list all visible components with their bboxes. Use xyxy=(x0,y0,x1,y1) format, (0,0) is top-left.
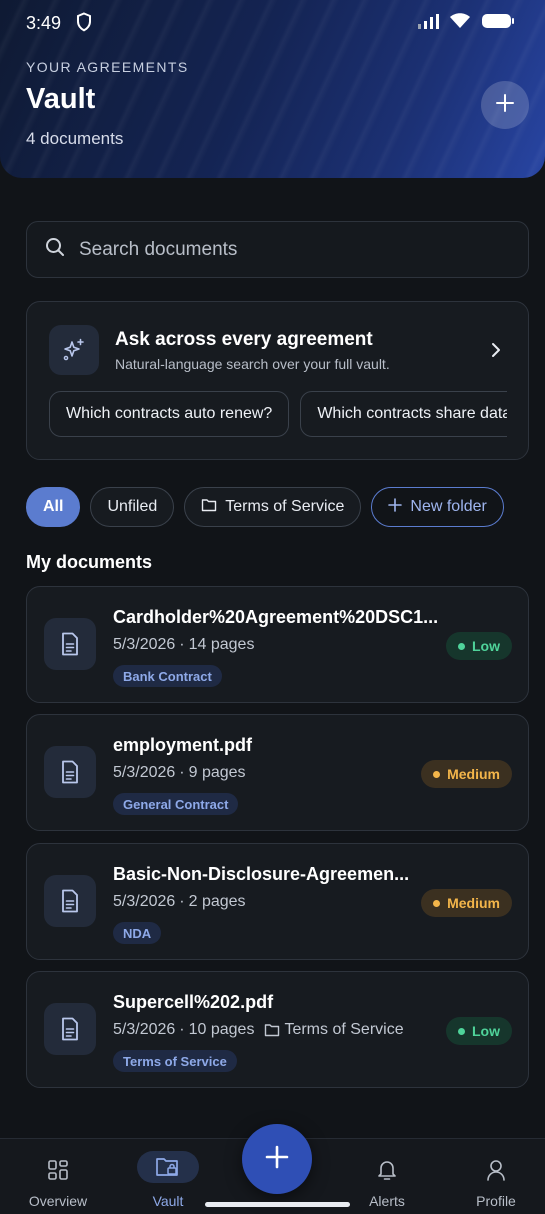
document-icon xyxy=(44,618,96,670)
filter-label: Terms of Service xyxy=(225,498,345,515)
nav-label: Profile xyxy=(476,1193,516,1209)
document-card[interactable]: Cardholder%20Agreement%20DSC1... 5/3/202… xyxy=(26,586,529,703)
ask-title: Ask across every agreement xyxy=(115,329,373,350)
prompt-chip[interactable]: Which contracts share data? xyxy=(300,391,507,437)
meta-separator: · xyxy=(179,636,185,653)
document-name: employment.pdf xyxy=(113,735,253,755)
risk-label: Low xyxy=(472,638,500,654)
search-input[interactable] xyxy=(79,238,499,261)
folder-icon xyxy=(201,498,217,517)
page-title: Vault xyxy=(26,83,96,115)
plus-icon xyxy=(388,497,403,517)
document-date: 5/3/2026 xyxy=(113,636,176,653)
chevron-right-icon[interactable] xyxy=(490,340,502,365)
risk-dot xyxy=(433,899,441,907)
document-name: Supercell%202.pdf xyxy=(113,992,274,1012)
filter-all[interactable]: All xyxy=(26,487,81,527)
risk-dot xyxy=(433,770,441,778)
sparkle-icon xyxy=(49,325,99,375)
shield-icon xyxy=(76,12,92,37)
document-name: Cardholder%20Agreement%20DSC1... xyxy=(113,607,439,627)
signal-icon xyxy=(417,13,439,34)
document-card[interactable]: Supercell%202.pdf 5/3/2026 · 10 pages Te… xyxy=(26,971,529,1088)
status-indicators xyxy=(417,12,515,34)
document-date: 5/3/2026 xyxy=(113,893,176,910)
filter-unfiled[interactable]: Unfiled xyxy=(90,487,175,527)
risk-label: Medium xyxy=(447,766,500,782)
folder-icon xyxy=(264,1023,280,1037)
document-meta: 5/3/2026 · 2 pages xyxy=(113,893,246,911)
add-fab-button[interactable] xyxy=(242,1124,312,1194)
document-card[interactable]: Basic-Non-Disclosure-Agreemen... 5/3/202… xyxy=(26,843,529,960)
document-pages: 10 pages xyxy=(188,1021,255,1038)
nav-label: Overview xyxy=(28,1193,88,1209)
document-icon xyxy=(44,1003,96,1055)
nav-vault[interactable]: Vault xyxy=(123,1139,213,1214)
prompt-chip[interactable]: Which contracts auto renew? xyxy=(49,391,290,437)
document-pages: 9 pages xyxy=(188,764,246,781)
document-type-tag: NDA xyxy=(113,922,162,944)
nav-label: Alerts xyxy=(369,1193,405,1209)
document-meta: 5/3/2026 · 10 pages Terms of Service xyxy=(113,1021,404,1039)
filter-label: Unfiled xyxy=(107,498,158,515)
status-time: 3:49 xyxy=(26,13,62,33)
nav-overview[interactable]: Overview xyxy=(13,1139,103,1214)
ask-vault-card[interactable]: Ask across every agreement Natural-langu… xyxy=(26,301,529,460)
new-folder-button[interactable]: New folder xyxy=(371,487,504,527)
document-type-tag: General Contract xyxy=(113,793,239,815)
document-type-tag: Terms of Service xyxy=(113,1050,237,1072)
search-icon xyxy=(45,237,65,262)
grid-icon xyxy=(47,1155,69,1185)
risk-badge: Low xyxy=(446,1017,512,1045)
status-bar: 3:49 xyxy=(0,0,545,44)
document-icon xyxy=(44,875,96,927)
ask-subtitle: Natural-language search over your full v… xyxy=(115,356,390,372)
nav-alerts[interactable]: Alerts xyxy=(342,1139,432,1214)
document-date: 5/3/2026 xyxy=(113,1021,176,1038)
user-icon xyxy=(485,1155,507,1185)
meta-separator: · xyxy=(179,893,185,910)
risk-label: Low xyxy=(472,1023,500,1039)
home-indicator xyxy=(205,1202,350,1207)
filter-label: All xyxy=(43,498,64,515)
risk-badge: Medium xyxy=(421,889,512,917)
document-pages: 2 pages xyxy=(188,893,246,910)
document-name: Basic-Non-Disclosure-Agreemen... xyxy=(113,864,410,884)
document-pages: 14 pages xyxy=(188,636,255,653)
document-type-tag: Bank Contract xyxy=(113,665,222,687)
document-folder: Terms of Service xyxy=(284,1021,404,1038)
risk-dot xyxy=(458,1027,465,1035)
meta-separator: · xyxy=(179,764,185,781)
document-count: 4 documents xyxy=(26,129,124,148)
wifi-icon xyxy=(449,12,471,34)
risk-dot xyxy=(458,642,465,650)
document-meta: 5/3/2026 · 14 pages xyxy=(113,636,254,654)
plus-icon xyxy=(264,1144,290,1175)
folder-filters: All Unfiled Terms of Service New folder xyxy=(26,487,504,527)
risk-badge: Medium xyxy=(421,760,512,788)
vault-header: 3:49 YOUR AGREEMENTS Vault 4 documents xyxy=(0,0,545,178)
filter-folder[interactable]: Terms of Service xyxy=(184,487,362,527)
nav-label: Vault xyxy=(152,1193,184,1209)
document-date: 5/3/2026 xyxy=(113,764,176,781)
suggested-prompts: Which contracts auto renew? Which contra… xyxy=(49,391,507,439)
document-meta: 5/3/2026 · 9 pages xyxy=(113,764,246,782)
risk-label: Medium xyxy=(447,895,500,911)
document-icon xyxy=(44,746,96,798)
risk-badge: Low xyxy=(446,632,512,660)
new-folder-label: New folder xyxy=(410,498,487,515)
folder-lock-icon xyxy=(137,1151,199,1183)
plus-icon xyxy=(494,92,516,119)
document-card[interactable]: employment.pdf 5/3/2026 · 9 pages Genera… xyxy=(26,714,529,831)
search-bar[interactable] xyxy=(26,221,529,278)
add-document-button[interactable] xyxy=(481,81,529,129)
meta-separator: · xyxy=(179,1021,185,1038)
bell-icon xyxy=(376,1155,398,1185)
section-title: My documents xyxy=(26,552,153,572)
nav-profile[interactable]: Profile xyxy=(451,1139,541,1214)
header-eyebrow: YOUR AGREEMENTS xyxy=(26,59,189,75)
battery-icon xyxy=(481,13,515,34)
